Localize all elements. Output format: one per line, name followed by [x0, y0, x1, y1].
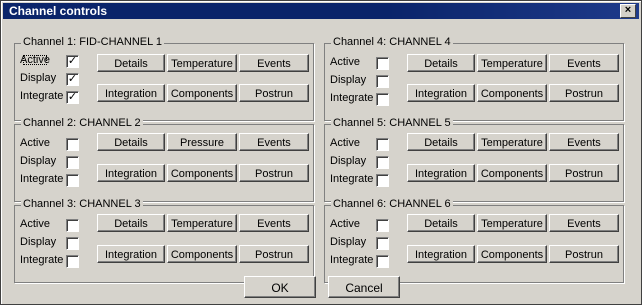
channel-3-integration-button[interactable]: Integration — [97, 245, 165, 263]
channel-4-active-checkbox[interactable] — [376, 57, 389, 70]
channel-4-details-button[interactable]: Details — [407, 54, 475, 72]
ok-button[interactable]: OK — [244, 276, 316, 298]
channel-2-integration-button[interactable]: Integration — [97, 164, 165, 182]
channel-5-integration-button[interactable]: Integration — [407, 164, 475, 182]
channel-5-legend: Channel 5: CHANNEL 5 — [331, 117, 453, 129]
channel-1-group: Channel 1: FID-CHANNEL 1 Active ✓ Displa… — [14, 36, 314, 121]
integrate-label: Integrate — [330, 254, 374, 266]
channel-5-details-button[interactable]: Details — [407, 133, 475, 151]
channel-6-group: Channel 6: CHANNEL 6 Active Display Inte… — [324, 198, 624, 283]
display-label: Display — [20, 236, 57, 248]
active-label: Active — [330, 137, 360, 149]
channel-2-display-checkbox[interactable] — [66, 156, 79, 169]
channel-2-legend: Channel 2: CHANNEL 2 — [21, 117, 143, 129]
channel-6-postrun-button[interactable]: Postrun — [549, 245, 619, 263]
channel-4-temperature-button[interactable]: Temperature — [477, 54, 547, 72]
integrate-label: Integrate — [330, 92, 374, 104]
display-label: Display — [330, 155, 367, 167]
channel-1-integrate-checkbox[interactable]: ✓ — [66, 91, 79, 104]
display-label: Display — [330, 74, 367, 86]
channel-2-integrate-checkbox[interactable] — [66, 174, 79, 187]
channel-2-events-button[interactable]: Events — [239, 133, 309, 151]
channel-4-events-button[interactable]: Events — [549, 54, 619, 72]
channel-3-temperature-button[interactable]: Temperature — [167, 214, 237, 232]
cancel-button[interactable]: Cancel — [328, 276, 400, 298]
channel-3-events-button[interactable]: Events — [239, 214, 309, 232]
channel-5-group: Channel 5: CHANNEL 5 Active Display Inte… — [324, 117, 624, 202]
channel-6-events-button[interactable]: Events — [549, 214, 619, 232]
channel-5-temperature-button[interactable]: Temperature — [477, 133, 547, 151]
channel-2-group: Channel 2: CHANNEL 2 Active Display Inte… — [14, 117, 314, 202]
channel-controls-dialog: Channel controls × Channel 1: FID-CHANNE… — [0, 0, 642, 305]
title-bar[interactable]: Channel controls × — [3, 3, 639, 19]
channel-4-group: Channel 4: CHANNEL 4 Active Display Inte… — [324, 36, 624, 121]
channel-6-legend: Channel 6: CHANNEL 6 — [331, 198, 453, 210]
channel-3-integrate-checkbox[interactable] — [66, 255, 79, 268]
active-label: Active — [20, 54, 50, 66]
channel-5-integrate-checkbox[interactable] — [376, 174, 389, 187]
channel-1-components-button[interactable]: Components — [167, 84, 237, 102]
close-icon[interactable]: × — [620, 4, 636, 18]
channel-6-active-checkbox[interactable] — [376, 219, 389, 232]
display-label: Display — [20, 72, 57, 84]
window-title: Channel controls — [9, 4, 108, 18]
channel-5-active-checkbox[interactable] — [376, 138, 389, 151]
channel-2-postrun-button[interactable]: Postrun — [239, 164, 309, 182]
display-label: Display — [330, 236, 367, 248]
channel-6-details-button[interactable]: Details — [407, 214, 475, 232]
channel-6-components-button[interactable]: Components — [477, 245, 547, 263]
channel-2-details-button[interactable]: Details — [97, 133, 165, 151]
integrate-label: Integrate — [20, 254, 64, 266]
channel-1-postrun-button[interactable]: Postrun — [239, 84, 309, 102]
active-label: Active — [20, 137, 50, 149]
integrate-label: Integrate — [330, 173, 374, 185]
channel-1-events-button[interactable]: Events — [239, 54, 309, 72]
channel-6-temperature-button[interactable]: Temperature — [477, 214, 547, 232]
channel-5-display-checkbox[interactable] — [376, 156, 389, 169]
channel-4-display-checkbox[interactable] — [376, 75, 389, 88]
channel-1-details-button[interactable]: Details — [97, 54, 165, 72]
channel-1-integration-button[interactable]: Integration — [97, 84, 165, 102]
channel-1-legend: Channel 1: FID-CHANNEL 1 — [21, 36, 164, 48]
channel-3-group: Channel 3: CHANNEL 3 Active Display Inte… — [14, 198, 314, 283]
channel-5-components-button[interactable]: Components — [477, 164, 547, 182]
channel-5-events-button[interactable]: Events — [549, 133, 619, 151]
display-label: Display — [20, 155, 57, 167]
channel-4-postrun-button[interactable]: Postrun — [549, 84, 619, 102]
channel-2-pressure-button[interactable]: Pressure — [167, 133, 237, 151]
channel-4-integration-button[interactable]: Integration — [407, 84, 475, 102]
channel-2-active-checkbox[interactable] — [66, 138, 79, 151]
channel-3-components-button[interactable]: Components — [167, 245, 237, 263]
channel-3-display-checkbox[interactable] — [66, 237, 79, 250]
channel-6-integrate-checkbox[interactable] — [376, 255, 389, 268]
active-label: Active — [20, 218, 50, 230]
integrate-label: Integrate — [20, 173, 64, 185]
channel-3-active-checkbox[interactable] — [66, 219, 79, 232]
channel-1-active-checkbox[interactable]: ✓ — [66, 55, 79, 68]
channel-4-integrate-checkbox[interactable] — [376, 93, 389, 106]
channel-3-postrun-button[interactable]: Postrun — [239, 245, 309, 263]
channel-4-components-button[interactable]: Components — [477, 84, 547, 102]
channel-2-components-button[interactable]: Components — [167, 164, 237, 182]
channel-1-display-checkbox[interactable]: ✓ — [66, 73, 79, 86]
channel-3-legend: Channel 3: CHANNEL 3 — [21, 198, 143, 210]
active-label: Active — [330, 56, 360, 68]
active-label: Active — [330, 218, 360, 230]
channel-5-postrun-button[interactable]: Postrun — [549, 164, 619, 182]
channel-3-details-button[interactable]: Details — [97, 214, 165, 232]
integrate-label: Integrate — [20, 90, 64, 102]
channel-6-display-checkbox[interactable] — [376, 237, 389, 250]
channel-6-integration-button[interactable]: Integration — [407, 245, 475, 263]
channel-1-temperature-button[interactable]: Temperature — [167, 54, 237, 72]
channel-4-legend: Channel 4: CHANNEL 4 — [331, 36, 453, 48]
